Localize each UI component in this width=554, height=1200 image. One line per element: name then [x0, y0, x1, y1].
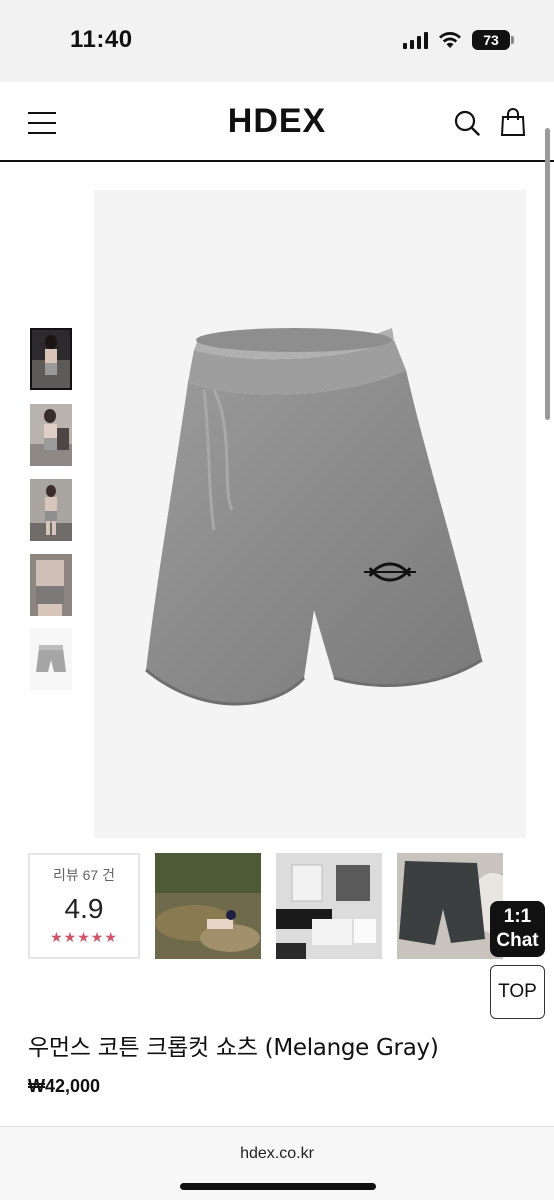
product-title: 우먼스 코튼 크롭컷 쇼츠 (Melange Gray)	[28, 1035, 439, 1061]
review-photo-package	[276, 853, 382, 959]
main-product-image[interactable]	[94, 190, 526, 838]
model-photo-thumbnail	[32, 330, 70, 388]
review-photo-outdoor	[155, 853, 261, 959]
battery-icon: 73	[472, 30, 514, 50]
model-photo-thumbnail	[30, 404, 72, 466]
review-photo-shorts	[397, 853, 503, 959]
review-photo[interactable]	[276, 853, 382, 959]
chat-label-line1: 1:1	[503, 906, 532, 927]
model-photo-thumbnail	[30, 479, 72, 541]
chat-button[interactable]: 1:1 Chat	[490, 901, 545, 957]
product-price: ₩42,000	[28, 1076, 101, 1096]
gallery-thumbnail[interactable]	[30, 404, 72, 466]
product-shorts-thumbnail	[30, 628, 72, 690]
review-photo[interactable]	[397, 853, 503, 959]
browser-url-bar[interactable]: hdex.co.kr	[0, 1126, 554, 1200]
scrollbar[interactable]	[545, 128, 550, 420]
review-count: 리뷰 67 건	[53, 867, 115, 883]
status-bar: 11:40 73	[0, 0, 554, 82]
review-stars: ★★★★★	[50, 929, 118, 945]
gallery-thumbnail[interactable]	[30, 479, 72, 541]
scroll-top-button[interactable]: TOP	[490, 965, 545, 1019]
shopping-bag-icon[interactable]	[500, 108, 526, 136]
gallery-thumbnail[interactable]	[30, 554, 72, 616]
status-icons: 73	[403, 30, 514, 50]
site-header: HDEX	[0, 82, 554, 162]
review-score: 4.9	[64, 893, 104, 924]
url-text[interactable]: hdex.co.kr	[0, 1145, 554, 1163]
review-summary[interactable]: 리뷰 67 건 4.9 ★★★★★	[28, 853, 140, 959]
cellular-signal-icon	[403, 31, 428, 49]
gray-shorts-illustration	[145, 328, 483, 706]
status-time: 11:40	[70, 26, 133, 53]
home-indicator[interactable]	[180, 1183, 376, 1190]
gallery-thumbnail[interactable]	[30, 628, 72, 690]
chat-label-line2: Chat	[496, 930, 539, 951]
battery-level: 73	[483, 32, 499, 48]
gallery-thumbnail[interactable]	[30, 328, 72, 390]
search-icon[interactable]	[454, 110, 480, 136]
model-photo-thumbnail	[30, 554, 72, 616]
review-photo[interactable]	[155, 853, 261, 959]
wifi-icon	[439, 32, 461, 48]
